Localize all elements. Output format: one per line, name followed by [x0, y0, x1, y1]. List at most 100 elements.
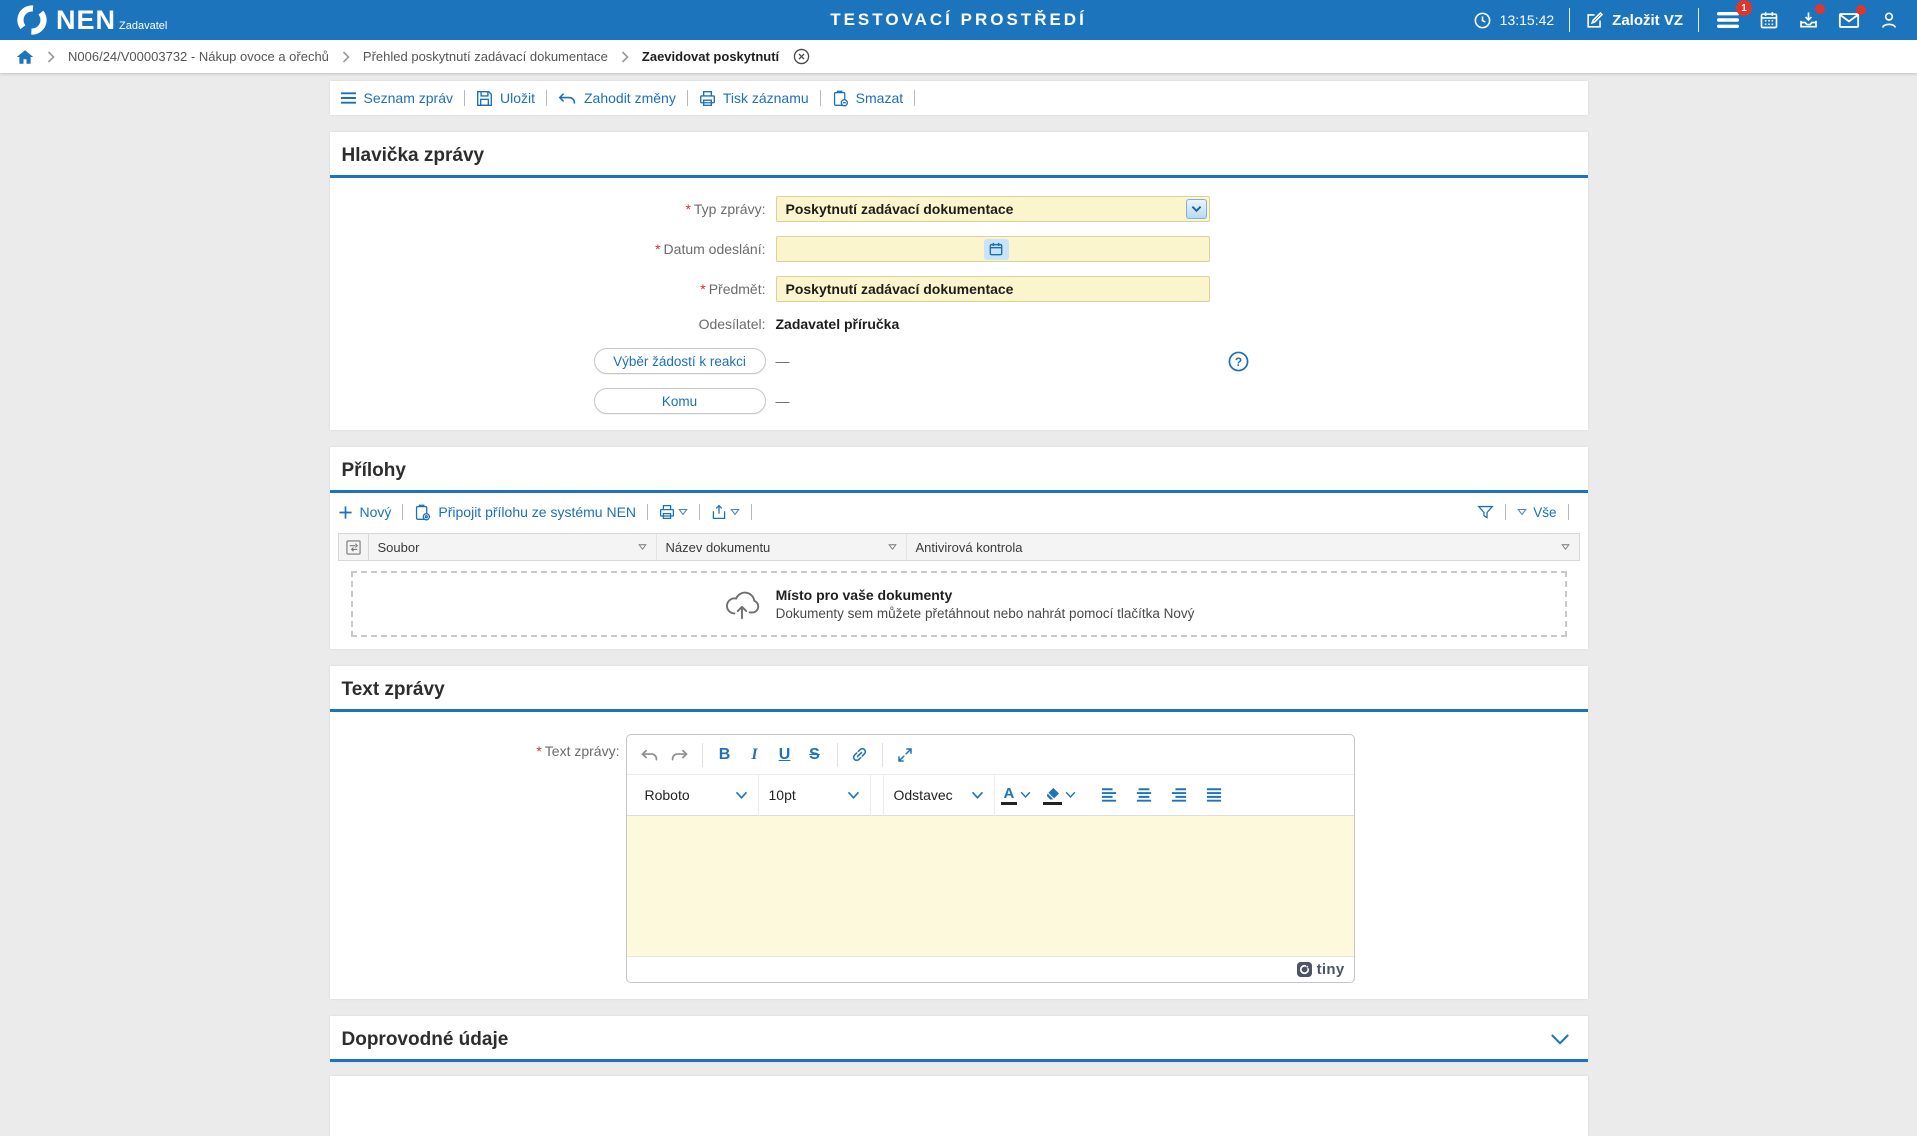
align-justify-button[interactable] — [1199, 780, 1229, 810]
font-size-select[interactable]: 10pt — [759, 775, 871, 816]
required-marker: * — [685, 201, 690, 217]
editor-toolbar-divider — [882, 743, 883, 767]
toolbar-divider — [687, 90, 688, 106]
redo-button[interactable] — [665, 740, 695, 770]
export-icon — [711, 504, 727, 520]
delete-label: Smazat — [856, 90, 903, 106]
highlight-color-button[interactable] — [1037, 786, 1082, 805]
brand-name: NEN — [56, 8, 116, 33]
home-button[interactable] — [16, 49, 34, 65]
print-record-button[interactable]: Tisk záznamu — [699, 90, 809, 107]
print-label: Tisk záznamu — [723, 90, 809, 106]
column-label: Název dokumentu — [666, 540, 771, 555]
send-date-input[interactable] — [776, 236, 1210, 262]
document-dropzone[interactable]: Místo pro vaše dokumenty Dokumenty sem m… — [351, 571, 1567, 637]
align-left-button[interactable] — [1094, 780, 1124, 810]
attachments-toolbar: Nový Připojit přílohu ze systému NEN — [338, 499, 1580, 525]
calendar-icon — [1759, 10, 1779, 30]
toolbar-divider — [751, 504, 752, 520]
create-vz-button[interactable]: Založit VZ — [1585, 11, 1683, 30]
discard-label: Zahodit změny — [584, 90, 676, 106]
collapse-section-button[interactable] — [1544, 1031, 1576, 1049]
toolbar-divider — [402, 504, 403, 520]
italic-button[interactable]: I — [740, 740, 770, 770]
inbox-button[interactable] — [1796, 8, 1821, 32]
edit-icon — [1585, 11, 1604, 30]
align-center-button[interactable] — [1129, 780, 1159, 810]
question-mark-icon: ? — [1228, 351, 1249, 372]
delete-button[interactable]: Smazat — [832, 90, 903, 107]
toolbar-divider — [546, 90, 547, 106]
text-color-button[interactable]: A — [995, 786, 1038, 805]
font-family-select[interactable]: Roboto — [635, 775, 759, 816]
menu-button[interactable]: 1 — [1714, 8, 1742, 32]
chevron-down-icon — [847, 791, 860, 800]
dropzone-title: Místo pro vaše dokumenty — [776, 587, 1195, 603]
underline-button[interactable]: U — [770, 740, 800, 770]
attach-from-nen-button[interactable]: Připojit přílohu ze systému NEN — [414, 504, 636, 521]
show-all-filter-button[interactable]: Vše — [1517, 505, 1556, 520]
link-icon — [850, 745, 869, 764]
required-marker: * — [536, 743, 541, 759]
date-picker-button[interactable] — [984, 239, 1009, 260]
fullscreen-button[interactable] — [890, 740, 920, 770]
fullscreen-icon — [896, 746, 914, 764]
export-attachments-button[interactable] — [711, 504, 740, 520]
column-header-document-name[interactable]: Název dokumentu — [657, 534, 907, 560]
mail-button[interactable] — [1836, 9, 1862, 32]
chevron-down-icon — [1550, 1033, 1570, 1047]
dropdown-button[interactable] — [1186, 199, 1207, 219]
block-format-select[interactable]: Odstavec — [883, 775, 995, 816]
column-header-file[interactable]: Soubor — [369, 534, 657, 560]
strikethrough-button[interactable]: S — [800, 740, 830, 770]
bold-button[interactable]: B — [710, 740, 740, 770]
close-tab-button[interactable] — [793, 48, 810, 65]
nen-logo[interactable]: NEN Zadavatel — [16, 4, 167, 36]
chevron-down-icon — [1065, 791, 1076, 799]
undo-button[interactable] — [635, 740, 665, 770]
record-toolbar: Seznam zpráv Uložit Zahodit změny — [330, 81, 1588, 115]
clock-icon — [1473, 11, 1492, 30]
save-label: Uložit — [500, 90, 535, 106]
align-right-button[interactable] — [1164, 780, 1194, 810]
message-text-label: *Text zprávy: — [330, 734, 626, 983]
form-row-message-type: *Typ zprávy: Poskytnutí zadávací dokumen… — [330, 196, 1588, 222]
filter-button[interactable] — [1477, 504, 1494, 521]
inbox-download-icon — [1798, 10, 1819, 30]
recipient-button[interactable]: Komu — [594, 388, 766, 414]
message-list-label: Seznam zpráv — [364, 90, 453, 106]
align-left-icon — [1100, 787, 1118, 803]
message-text-input[interactable] — [627, 815, 1354, 956]
link-button[interactable] — [845, 740, 875, 770]
column-header-antivirus[interactable]: Antivirová kontrola — [907, 534, 1579, 560]
nen-logo-icon — [16, 4, 48, 36]
printer-icon — [659, 504, 675, 520]
save-button[interactable]: Uložit — [476, 90, 535, 107]
print-attachments-button[interactable] — [659, 504, 688, 520]
editor-toolbar-divider — [702, 743, 703, 767]
chevron-down-icon — [971, 791, 984, 800]
discard-changes-button[interactable]: Zahodit změny — [558, 90, 676, 106]
message-type-select[interactable]: Poskytnutí zadávací dokumentace — [776, 196, 1210, 222]
subject-input[interactable]: Poskytnutí zadávací dokumentace — [776, 276, 1210, 302]
calendar-button[interactable] — [1757, 8, 1781, 32]
message-list-button[interactable]: Seznam zpráv — [340, 90, 453, 106]
breadcrumb-item-overview[interactable]: Přehled poskytnutí zadávací dokumentace — [363, 49, 608, 64]
profile-button[interactable] — [1877, 8, 1901, 32]
topbar-divider — [1698, 8, 1699, 32]
person-icon — [1879, 10, 1899, 30]
column-settings-button[interactable] — [339, 534, 369, 560]
select-requests-button[interactable]: Výběr žádostí k reakci — [594, 348, 766, 374]
breadcrumb-item-procurement[interactable]: N006/24/V00003732 - Nákup ovoce a ořechů — [68, 49, 329, 64]
breadcrumb-item-current: Zaevidovat poskytnutí — [642, 49, 779, 64]
chevron-right-icon — [342, 51, 350, 63]
show-all-label: Vše — [1533, 505, 1556, 520]
funnel-icon — [1477, 504, 1494, 521]
help-button[interactable]: ? — [1228, 351, 1249, 372]
align-right-icon — [1170, 787, 1188, 803]
page: { "colors": { "accent": "#1b74bc", "fiel… — [0, 0, 1917, 1073]
form-row-request-selection: Výběr žádostí k reakci — ? — [330, 348, 1588, 374]
toolbar-divider — [914, 90, 915, 106]
new-attachment-button[interactable]: Nový — [338, 504, 392, 520]
form-row-subject: *Předmět: Poskytnutí zadávací dokumentac… — [330, 276, 1588, 302]
